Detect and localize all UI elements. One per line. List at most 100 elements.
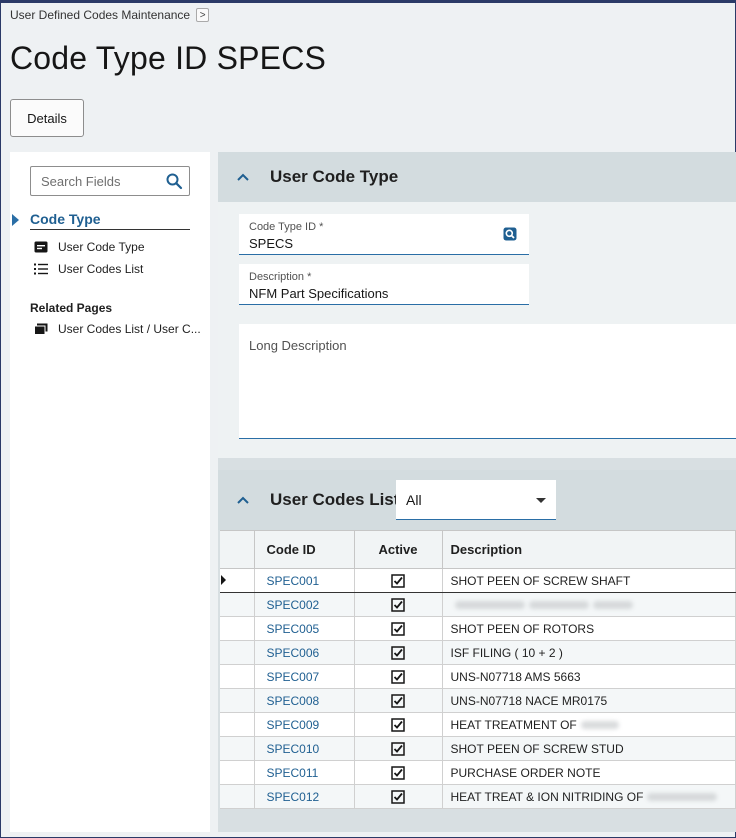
nav-head-code-type[interactable]: Code Type bbox=[30, 211, 190, 230]
description-text: ISF FILING ( 10 + 2 ) bbox=[450, 645, 563, 660]
checkbox-checked-icon[interactable] bbox=[391, 718, 405, 732]
table-row[interactable]: SPEC012 HEAT TREAT & ION NITRIDING OF bbox=[220, 784, 736, 809]
code-type-id-field[interactable]: Code Type ID * SPECS bbox=[239, 214, 529, 255]
row-marker-cell[interactable] bbox=[220, 760, 255, 785]
row-marker-cell[interactable] bbox=[220, 712, 255, 737]
row-marker-cell[interactable] bbox=[220, 640, 255, 665]
checkbox-checked-icon[interactable] bbox=[391, 574, 405, 588]
breadcrumb-label[interactable]: User Defined Codes Maintenance bbox=[10, 8, 190, 22]
table-row[interactable]: SPEC007 UNS-N07718 AMS 5663 bbox=[220, 664, 736, 689]
checkbox-checked-icon[interactable] bbox=[391, 670, 405, 684]
checkbox-checked-icon[interactable] bbox=[391, 694, 405, 708]
checkbox-checked-icon[interactable] bbox=[391, 766, 405, 780]
long-description-field[interactable]: Long Description bbox=[239, 324, 736, 439]
code-id-cell[interactable]: SPEC009 bbox=[254, 712, 355, 737]
code-id-cell[interactable]: SPEC007 bbox=[254, 664, 355, 689]
grid-header-row: Code ID Active Description bbox=[220, 530, 736, 569]
code-id-cell[interactable]: SPEC005 bbox=[254, 616, 355, 641]
table-row[interactable]: SPEC009 HEAT TREATMENT OF bbox=[220, 712, 736, 737]
column-header-code-id[interactable]: Code ID bbox=[254, 530, 355, 569]
description-text: UNS-N07718 AMS 5663 bbox=[450, 669, 581, 684]
description-cell[interactable]: PURCHASE ORDER NOTE bbox=[442, 760, 736, 785]
table-row[interactable]: SPEC005 SHOT PEEN OF ROTORS bbox=[220, 616, 736, 641]
description-text: SHOT PEEN OF ROTORS bbox=[450, 621, 595, 636]
column-header-description[interactable]: Description bbox=[442, 530, 736, 569]
active-cell[interactable] bbox=[354, 664, 443, 689]
description-field[interactable]: Description * NFM Part Specifications bbox=[239, 264, 529, 305]
checkbox-checked-icon[interactable] bbox=[391, 742, 405, 756]
active-cell[interactable] bbox=[354, 568, 443, 593]
field-label: Long Description bbox=[249, 338, 347, 353]
related-page-user-codes-list[interactable]: User Codes List / User C... bbox=[34, 322, 201, 336]
row-marker-cell[interactable] bbox=[220, 784, 255, 809]
code-id-cell[interactable]: SPEC012 bbox=[254, 784, 355, 809]
checkbox-checked-icon[interactable] bbox=[391, 790, 405, 804]
nav-item-user-code-type[interactable]: User Code Type bbox=[34, 240, 145, 254]
description-cell[interactable]: ISF FILING ( 10 + 2 ) bbox=[442, 640, 736, 665]
description-cell[interactable]: UNS-N07718 NACE MR0175 bbox=[442, 688, 736, 713]
code-id-cell[interactable]: SPEC010 bbox=[254, 736, 355, 761]
list-filter-select[interactable]: All bbox=[396, 480, 556, 520]
description-text: HEAT TREAT & ION NITRIDING OF bbox=[450, 789, 644, 804]
active-cell[interactable] bbox=[354, 736, 443, 761]
section-title: User Codes List bbox=[270, 490, 400, 509]
code-id-cell[interactable]: SPEC006 bbox=[254, 640, 355, 665]
table-row[interactable]: SPEC001 SHOT PEEN OF SCREW SHAFT bbox=[220, 568, 736, 593]
active-cell[interactable] bbox=[354, 640, 443, 665]
description-text: PURCHASE ORDER NOTE bbox=[450, 765, 601, 780]
redacted-text-placeholder bbox=[454, 601, 525, 610]
description-cell[interactable]: HEAT TREAT & ION NITRIDING OF bbox=[442, 784, 736, 809]
description-cell[interactable]: SHOT PEEN OF SCREW SHAFT bbox=[442, 568, 736, 593]
row-marker-cell[interactable] bbox=[220, 568, 255, 593]
description-cell[interactable]: UNS-N07718 AMS 5663 bbox=[442, 664, 736, 689]
details-button[interactable]: Details bbox=[10, 99, 84, 137]
current-row-arrow-icon bbox=[221, 575, 226, 585]
checkbox-checked-icon[interactable] bbox=[391, 622, 405, 636]
redacted-text-placeholder bbox=[580, 721, 619, 730]
code-id-cell[interactable]: SPEC011 bbox=[254, 760, 355, 785]
description-cell[interactable] bbox=[442, 592, 736, 617]
pages-icon bbox=[34, 323, 48, 335]
grid-body: SPEC001 SHOT PEEN OF SCREW SHAFT SPEC002 SP… bbox=[220, 568, 736, 809]
active-cell[interactable] bbox=[354, 688, 443, 713]
breadcrumb: User Defined Codes Maintenance > bbox=[10, 8, 210, 22]
active-cell[interactable] bbox=[354, 760, 443, 785]
user-code-type-header[interactable]: User Code Type bbox=[218, 152, 736, 202]
active-cell[interactable] bbox=[354, 712, 443, 737]
row-marker-cell[interactable] bbox=[220, 664, 255, 689]
search-icon[interactable] bbox=[165, 172, 183, 190]
field-value: SPECS bbox=[249, 236, 294, 251]
user-code-type-body: Code Type ID * SPECS Description * NFM P… bbox=[218, 202, 736, 458]
row-marker-cell[interactable] bbox=[220, 592, 255, 617]
checkbox-checked-icon[interactable] bbox=[391, 646, 405, 660]
column-header-active[interactable]: Active bbox=[354, 530, 443, 569]
active-cell[interactable] bbox=[354, 616, 443, 641]
chevron-right-icon[interactable]: > bbox=[196, 8, 210, 22]
table-row[interactable]: SPEC006 ISF FILING ( 10 + 2 ) bbox=[220, 640, 736, 665]
row-marker-cell[interactable] bbox=[220, 616, 255, 641]
nav-item-user-codes-list[interactable]: User Codes List bbox=[34, 262, 143, 276]
code-id-cell[interactable]: SPEC008 bbox=[254, 688, 355, 713]
search-fields-input[interactable] bbox=[41, 173, 159, 189]
search-fields-box[interactable] bbox=[30, 166, 190, 196]
description-cell[interactable]: HEAT TREATMENT OF bbox=[442, 712, 736, 737]
row-marker-cell[interactable] bbox=[220, 736, 255, 761]
table-row[interactable]: SPEC008 UNS-N07718 NACE MR0175 bbox=[220, 688, 736, 713]
checkbox-checked-icon[interactable] bbox=[391, 598, 405, 612]
code-id-cell[interactable]: SPEC001 bbox=[254, 568, 355, 593]
chevron-up-icon[interactable] bbox=[236, 495, 250, 505]
table-row[interactable]: SPEC002 bbox=[220, 592, 736, 617]
active-cell[interactable] bbox=[354, 592, 443, 617]
code-id-cell[interactable]: SPEC002 bbox=[254, 592, 355, 617]
description-cell[interactable]: SHOT PEEN OF SCREW STUD bbox=[442, 736, 736, 761]
description-cell[interactable]: SHOT PEEN OF ROTORS bbox=[442, 616, 736, 641]
active-cell[interactable] bbox=[354, 784, 443, 809]
row-marker-cell[interactable] bbox=[220, 688, 255, 713]
table-row[interactable]: SPEC011 PURCHASE ORDER NOTE bbox=[220, 760, 736, 785]
description-text: SHOT PEEN OF SCREW SHAFT bbox=[450, 573, 631, 588]
description-text: SHOT PEEN OF SCREW STUD bbox=[450, 741, 624, 756]
user-codes-list-header: User Codes List All bbox=[218, 470, 736, 530]
table-row[interactable]: SPEC010 SHOT PEEN OF SCREW STUD bbox=[220, 736, 736, 761]
lookup-icon[interactable] bbox=[503, 227, 517, 241]
chevron-up-icon[interactable] bbox=[236, 172, 250, 182]
